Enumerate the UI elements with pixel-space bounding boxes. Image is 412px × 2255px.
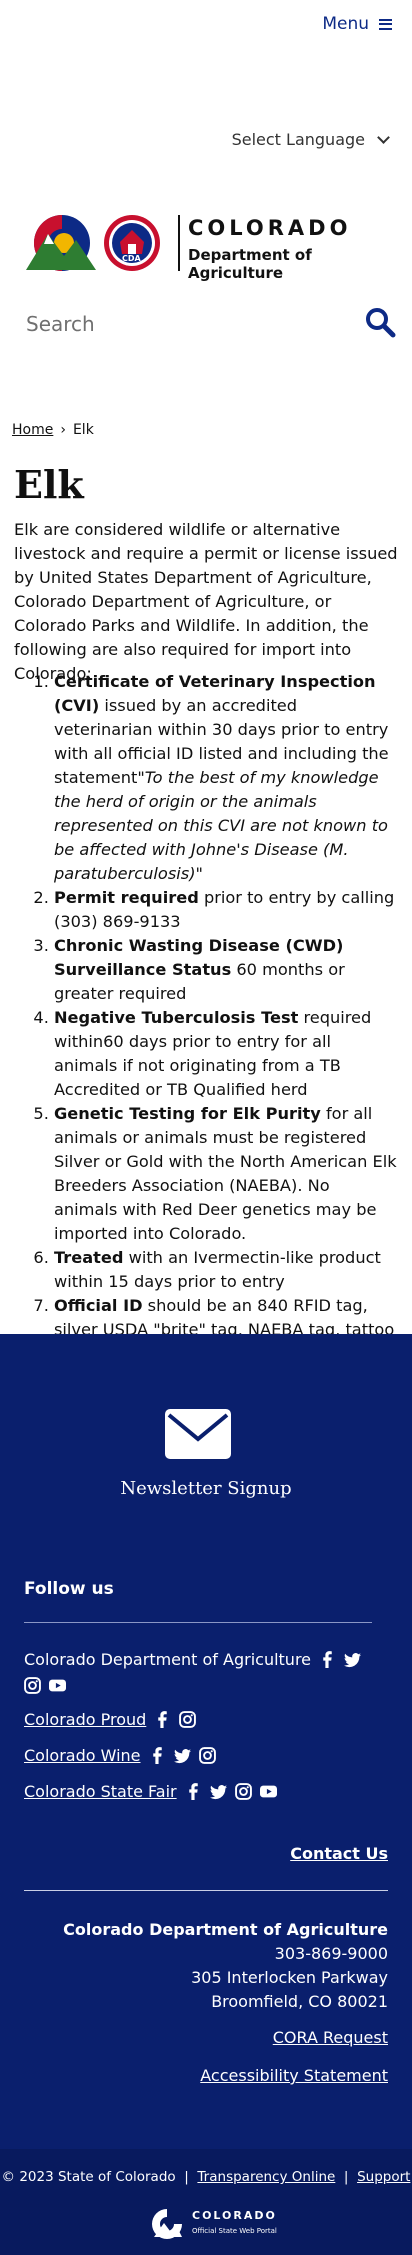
- cda-logo[interactable]: CDA COLORADO Department of Agriculture: [24, 210, 386, 282]
- site-footer: Newsletter Signup Follow us Colorado Dep…: [0, 1334, 412, 2149]
- social-row-cda: Colorado Department of Agriculture: [24, 1650, 374, 1694]
- org-name[interactable]: Colorado State Fair: [24, 1782, 177, 1801]
- twitter-icon[interactable]: [344, 1651, 362, 1668]
- search-icon[interactable]: [364, 306, 396, 338]
- facebook-icon[interactable]: [319, 1651, 336, 1668]
- instagram-icon[interactable]: [179, 1711, 197, 1728]
- transparency-online-link[interactable]: Transparency Online: [197, 2169, 335, 2185]
- list-item: Genetic Testing for Elk Purity for all a…: [54, 1102, 398, 1246]
- state-portal-logo[interactable]: COLORADO Official State Web Portal: [150, 2207, 290, 2241]
- copyright-line: © 2023 State of Colorado | Transparency …: [0, 2169, 412, 2185]
- list-item: Negative Tuberculosis Test required with…: [54, 1006, 398, 1102]
- breadcrumb: Home › Elk: [12, 422, 94, 438]
- chevron-down-icon: [377, 130, 390, 144]
- page-title: Elk: [14, 462, 84, 507]
- org-name[interactable]: Colorado Wine: [24, 1746, 141, 1765]
- facebook-icon[interactable]: [185, 1783, 202, 1800]
- youtube-icon[interactable]: [49, 1677, 66, 1694]
- menu-label: Menu: [322, 14, 369, 34]
- menu-button[interactable]: Menu: [322, 14, 392, 34]
- support-link[interactable]: Support: [357, 2169, 410, 2185]
- phone-number[interactable]: 303-869-9000: [63, 1942, 388, 1966]
- accessibility-statement-link[interactable]: Accessibility Statement: [200, 2066, 388, 2085]
- list-item: Treated with an Ivermectin-like product …: [54, 1246, 398, 1294]
- logo-title: COLORADO: [188, 216, 352, 240]
- hamburger-icon: [379, 18, 392, 30]
- org-name[interactable]: Colorado Department of Agriculture: [24, 1650, 311, 1669]
- org-name[interactable]: Colorado Proud: [24, 1710, 146, 1729]
- social-row-proud: Colorado Proud: [24, 1710, 197, 1729]
- separator: |: [343, 2169, 349, 2185]
- street-address: 305 Interlocken Parkway: [191, 1968, 388, 1987]
- contact-us-link[interactable]: Contact Us: [290, 1844, 388, 1863]
- follow-us-heading: Follow us: [24, 1579, 114, 1599]
- instagram-icon[interactable]: [234, 1783, 252, 1800]
- list-item: Permit required prior to entry by callin…: [54, 886, 398, 934]
- facebook-icon[interactable]: [149, 1747, 166, 1764]
- separator: |: [184, 2169, 189, 2185]
- divider: [24, 1622, 372, 1623]
- logo-badge: CDA: [122, 254, 141, 263]
- language-select[interactable]: Select Language: [231, 130, 390, 149]
- address-block: Colorado Department of Agriculture 303-8…: [63, 1918, 388, 2014]
- requirements-list: Certificate of Veterinary Inspection (CV…: [32, 670, 398, 1366]
- colorado-c-icon: [152, 2209, 182, 2239]
- copyright-text: © 2023 State of Colorado: [1, 2169, 176, 2185]
- breadcrumb-separator: ›: [60, 422, 66, 438]
- city-address: Broomfield, CO 80021: [211, 1992, 388, 2011]
- language-label: Select Language: [231, 130, 365, 149]
- social-row-wine: Colorado Wine: [24, 1746, 216, 1765]
- bottom-bar: © 2023 State of Colorado | Transparency …: [0, 2149, 412, 2255]
- portal-title: COLORADO: [192, 2209, 277, 2222]
- org-name: Colorado Department of Agriculture: [63, 1920, 388, 1939]
- divider: [24, 1890, 388, 1891]
- twitter-icon[interactable]: [209, 1783, 227, 1800]
- newsletter-signup-link[interactable]: Newsletter Signup: [0, 1478, 412, 1499]
- search-bar: [0, 300, 412, 350]
- mail-icon[interactable]: [165, 1409, 231, 1459]
- search-input[interactable]: [26, 312, 326, 336]
- list-item: Certificate of Veterinary Inspection (CV…: [54, 670, 398, 886]
- youtube-icon[interactable]: [259, 1783, 277, 1800]
- logo-subtitle: Department of Agriculture: [188, 246, 312, 282]
- portal-subtitle: Official State Web Portal: [192, 2227, 277, 2235]
- facebook-icon[interactable]: [154, 1711, 171, 1728]
- breadcrumb-home-link[interactable]: Home: [12, 422, 53, 438]
- twitter-icon[interactable]: [173, 1747, 191, 1764]
- list-item: Chronic Wasting Disease (CWD) Surveillan…: [54, 934, 398, 1006]
- cora-request-link[interactable]: CORA Request: [273, 2028, 388, 2047]
- instagram-icon[interactable]: [24, 1677, 41, 1694]
- social-row-fair: Colorado State Fair: [24, 1782, 277, 1801]
- breadcrumb-current: Elk: [72, 422, 94, 438]
- intro-paragraph: Elk are considered wildlife or alternati…: [14, 520, 398, 683]
- instagram-icon[interactable]: [198, 1747, 216, 1764]
